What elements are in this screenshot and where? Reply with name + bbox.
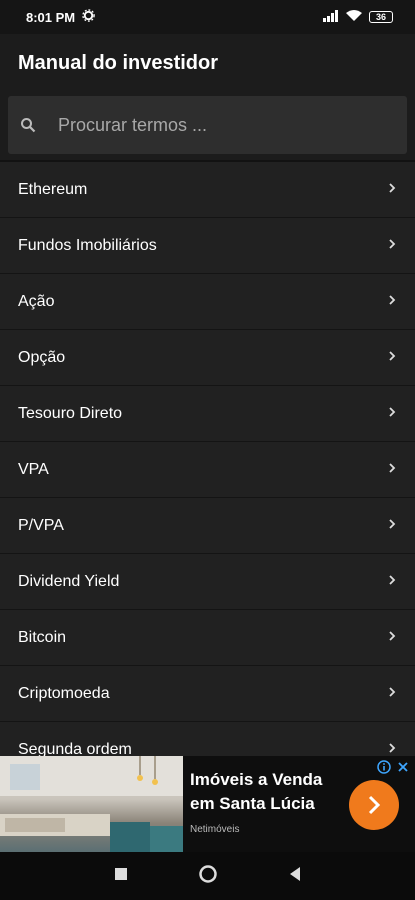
status-bar: 8:01 PM 36	[0, 0, 415, 34]
recent-apps-icon[interactable]	[114, 867, 128, 886]
ad-source: Netimóveis	[190, 824, 240, 835]
chevron-right-icon	[387, 349, 397, 367]
list-item-p-vpa[interactable]: P/VPA	[0, 498, 415, 554]
search-icon	[20, 117, 36, 133]
chevron-right-icon	[387, 629, 397, 647]
chevron-right-icon	[387, 741, 397, 757]
search-container	[0, 92, 415, 160]
list-item-criptomoeda[interactable]: Criptomoeda	[0, 666, 415, 722]
list-item-ethereum[interactable]: Ethereum	[0, 162, 415, 218]
list-item-fundos-imobiliarios[interactable]: Fundos Imobiliários	[0, 218, 415, 274]
ad-banner[interactable]: Imóveis a Venda em Santa Lúcia Netimóvei…	[0, 756, 415, 852]
list-item-label: Fundos Imobiliários	[18, 236, 157, 254]
chevron-right-icon	[387, 293, 397, 311]
list-item-label: Opção	[18, 348, 66, 366]
list-item-label: Ação	[18, 292, 55, 310]
terms-list: Ethereum Fundos Imobiliários Ação Opção …	[0, 162, 415, 756]
list-item-label: VPA	[18, 460, 49, 478]
list-item-label: Ethereum	[18, 180, 88, 198]
ad-title[interactable]: Imóveis a Venda em Santa Lúcia	[190, 768, 340, 816]
list-item-label: Segunda ordem	[18, 740, 132, 757]
ad-close-icon[interactable]	[397, 760, 409, 779]
ad-choices[interactable]	[377, 760, 409, 779]
wifi-icon	[346, 9, 362, 25]
list-item-bitcoin[interactable]: Bitcoin	[0, 610, 415, 666]
search-input[interactable]	[56, 113, 380, 137]
list-item-vpa[interactable]: VPA	[0, 442, 415, 498]
chevron-right-icon	[387, 573, 397, 591]
chevron-right-icon	[387, 405, 397, 423]
list-item-label: Tesouro Direto	[18, 404, 123, 422]
list-item-dividend-yield[interactable]: Dividend Yield	[0, 554, 415, 610]
list-item-acao[interactable]: Ação	[0, 274, 415, 330]
chevron-right-icon	[387, 461, 397, 479]
system-navigation-bar	[0, 852, 415, 900]
home-icon[interactable]	[198, 864, 218, 889]
list-item-label: P/VPA	[18, 516, 64, 534]
list-item-label: Dividend Yield	[18, 572, 120, 590]
chevron-right-icon	[387, 517, 397, 535]
ad-info-icon[interactable]	[377, 760, 391, 779]
back-icon[interactable]	[288, 866, 302, 887]
chevron-right-icon	[387, 685, 397, 703]
list-item-segunda-ordem[interactable]: Segunda ordem	[0, 722, 415, 756]
list-item-label: Bitcoin	[18, 628, 67, 646]
signal-icon	[323, 9, 339, 25]
ad-image[interactable]	[0, 756, 183, 852]
app-bar: Manual do investidor	[0, 34, 415, 92]
battery-icon: 36	[369, 11, 393, 23]
ad-open-button[interactable]	[349, 780, 399, 830]
list-item-opcao[interactable]: Opção	[0, 330, 415, 386]
status-time: 8:01 PM	[26, 9, 76, 25]
settings-gear-icon	[82, 9, 95, 25]
list-item-tesouro-direto[interactable]: Tesouro Direto	[0, 386, 415, 442]
chevron-right-icon	[387, 237, 397, 255]
list-item-label: Criptomoeda	[18, 684, 110, 702]
chevron-right-icon	[387, 181, 397, 199]
page-title: Manual do investidor	[18, 51, 219, 74]
search-box[interactable]	[8, 96, 407, 154]
